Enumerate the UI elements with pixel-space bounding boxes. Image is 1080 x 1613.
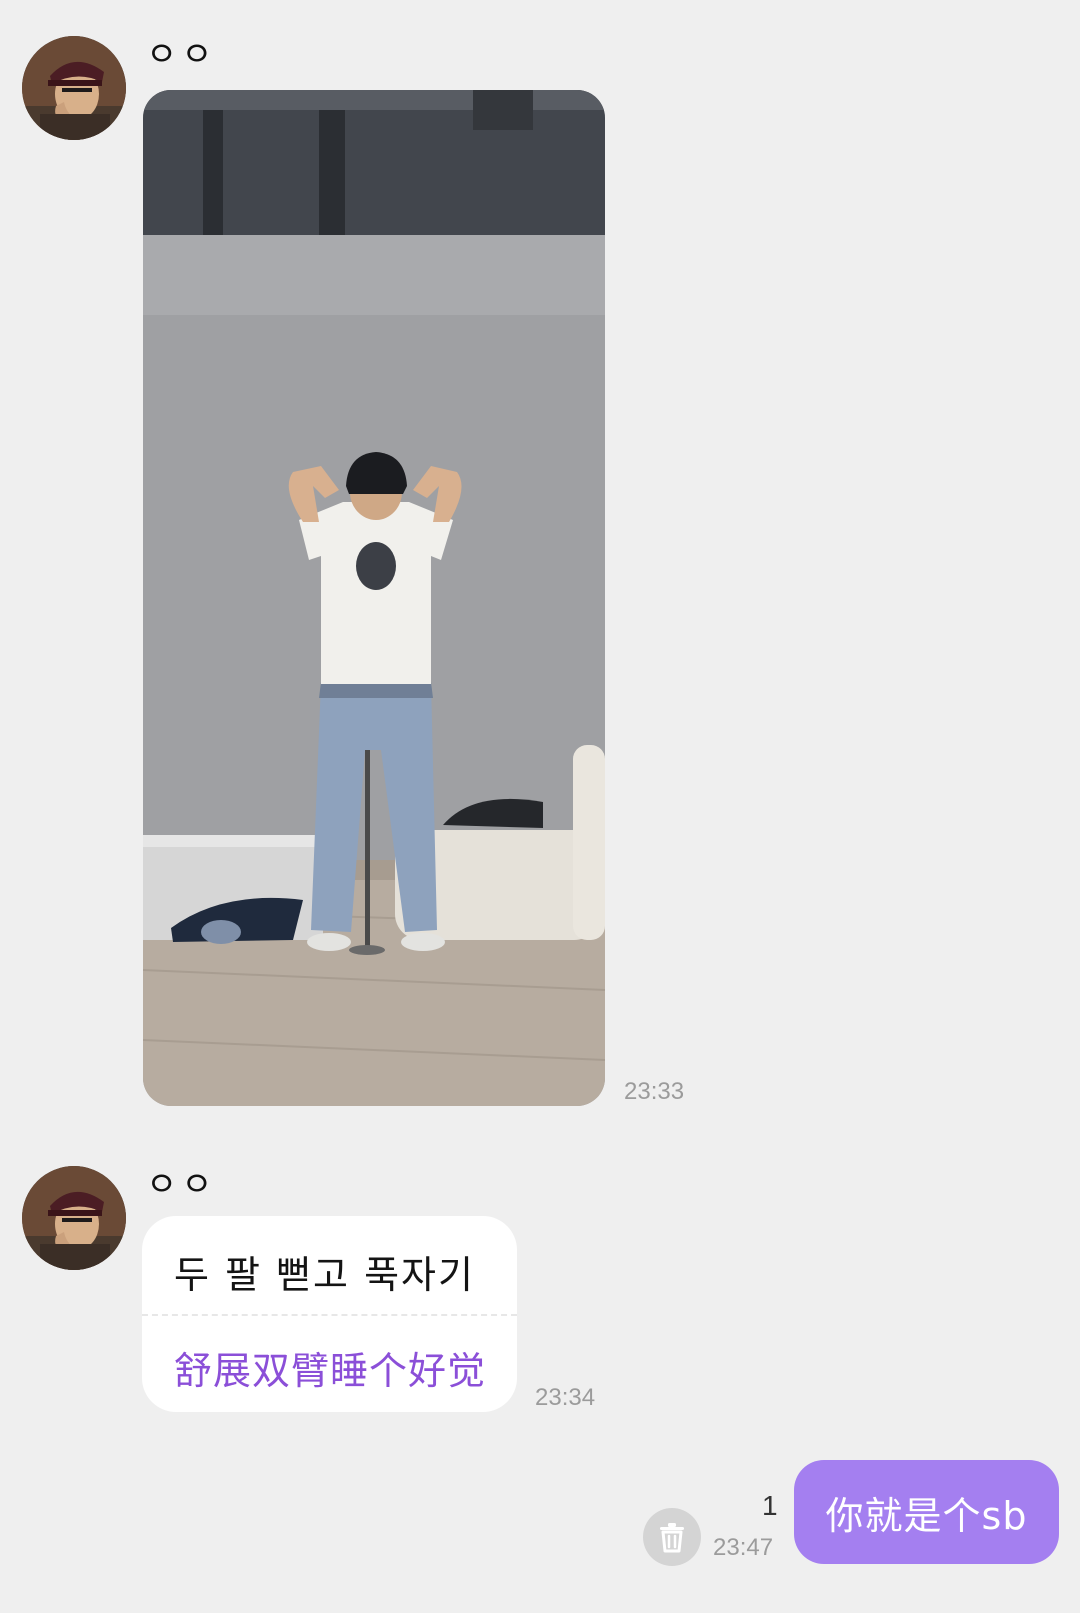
translated-text: 舒展双臂睡个好觉	[174, 1349, 487, 1393]
trash-icon[interactable]	[643, 1508, 701, 1566]
message-timestamp: 23:47	[713, 1534, 774, 1561]
translation-divider	[142, 1314, 517, 1316]
original-text: 두 팔 뻗고 푹자기	[174, 1253, 475, 1297]
sender-name: ㅇㅇ	[146, 1165, 217, 1205]
received-message-bubble[interactable]: 두 팔 뻗고 푹자기 舒展双臂睡个好觉	[142, 1216, 517, 1412]
sent-message-bubble[interactable]: 你就是个sb	[794, 1460, 1059, 1564]
image-message[interactable]	[143, 90, 605, 1106]
sender-avatar[interactable]	[22, 1166, 126, 1270]
unread-count: 1	[762, 1490, 778, 1521]
message-timestamp: 23:33	[624, 1078, 685, 1105]
message-timestamp: 23:34	[535, 1384, 596, 1411]
sender-avatar[interactable]	[22, 36, 126, 140]
sender-name: ㅇㅇ	[146, 35, 217, 75]
